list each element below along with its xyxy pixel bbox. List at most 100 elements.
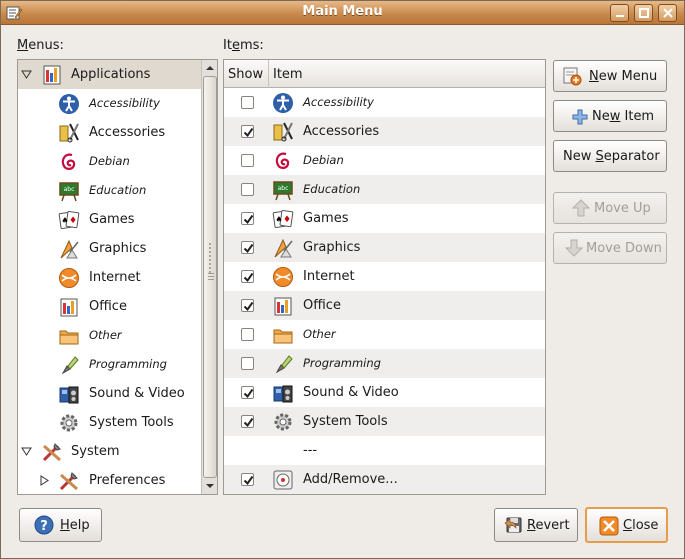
menu-tree-label: System Tools xyxy=(89,415,174,430)
accessories-icon xyxy=(59,123,79,143)
expanded-arrow-icon[interactable] xyxy=(21,69,32,80)
menu-tree-item[interactable]: abc Education xyxy=(18,176,201,205)
applications-icon xyxy=(43,65,61,85)
menu-tree-item[interactable]: Programming xyxy=(18,350,201,379)
table-row[interactable]: Programming xyxy=(224,349,545,378)
debian-icon xyxy=(61,153,76,170)
show-checkbox[interactable] xyxy=(241,328,254,341)
menu-tree-item[interactable]: Other xyxy=(18,321,201,350)
accessibility-icon xyxy=(273,93,293,113)
scroll-up-arrow-icon[interactable] xyxy=(203,61,217,75)
menus-tree[interactable]: Applications Accessibility Accessories Debi… xyxy=(17,59,218,495)
table-row[interactable]: Internet xyxy=(224,262,545,291)
help-icon: ? xyxy=(34,515,54,535)
table-row[interactable]: Sound & Video xyxy=(224,378,545,407)
new-item-button[interactable]: New Item xyxy=(553,100,667,132)
show-checkbox[interactable] xyxy=(241,183,254,196)
show-checkbox[interactable] xyxy=(241,154,254,167)
items-table[interactable]: Show Item Accessibility Accessories Debian… xyxy=(223,59,546,495)
revert-button[interactable]: Revert xyxy=(494,508,578,542)
items-table-header: Show Item xyxy=(224,60,545,88)
education-icon: abc xyxy=(273,181,293,201)
table-row[interactable]: abc Education xyxy=(224,175,545,204)
menu-tree-item[interactable]: Office xyxy=(18,292,201,321)
table-row[interactable]: System Tools xyxy=(224,407,545,436)
move-down-button[interactable]: Move Down xyxy=(553,232,667,264)
show-checkbox[interactable] xyxy=(241,386,254,399)
internet-icon xyxy=(273,267,293,287)
help-button[interactable]: ? Help xyxy=(19,508,102,542)
menu-tree-item[interactable]: Applications xyxy=(18,60,201,89)
item-label: Other xyxy=(303,327,336,341)
new-separator-button[interactable]: New Separator xyxy=(553,140,667,172)
programming-icon xyxy=(275,355,293,374)
close-button[interactable]: Close xyxy=(585,507,668,543)
item-label: Accessories xyxy=(303,124,380,139)
games-icon: ♦♠ xyxy=(272,210,294,228)
accessories-icon xyxy=(273,122,293,142)
check-icon xyxy=(243,214,254,225)
column-header-item[interactable]: Item xyxy=(269,60,545,88)
menu-tree-item[interactable]: Accessories xyxy=(18,118,201,147)
show-checkbox[interactable] xyxy=(241,212,254,225)
show-checkbox[interactable] xyxy=(241,357,254,370)
menu-tree-item[interactable]: Graphics xyxy=(18,234,201,263)
close-window-button[interactable] xyxy=(658,4,677,22)
menu-tree-item[interactable]: System Tools xyxy=(18,408,201,437)
show-checkbox[interactable] xyxy=(241,299,254,312)
menu-tree-item[interactable]: System xyxy=(18,437,201,466)
show-checkbox[interactable] xyxy=(241,415,254,428)
menu-tree-item[interactable]: Internet xyxy=(18,263,201,292)
menus-list: Applications Accessibility Accessories Debi… xyxy=(18,60,201,494)
column-header-show[interactable]: Show xyxy=(224,60,269,88)
svg-text:abc: abc xyxy=(278,185,289,192)
show-checkbox[interactable] xyxy=(241,473,254,486)
office-icon xyxy=(60,298,78,317)
table-row[interactable]: --- xyxy=(224,436,545,465)
item-label: Graphics xyxy=(303,240,361,255)
close-x-icon xyxy=(599,516,619,536)
scroll-down-arrow-icon[interactable] xyxy=(203,479,217,493)
svg-text:abc: abc xyxy=(64,186,75,193)
menu-tree-label: Programming xyxy=(89,357,167,371)
menu-tree-item[interactable]: Preferences xyxy=(18,466,201,494)
minimize-button[interactable] xyxy=(610,4,629,22)
table-row[interactable]: Office xyxy=(224,291,545,320)
item-label: Debian xyxy=(303,153,344,167)
table-row[interactable]: Debian xyxy=(224,146,545,175)
add-remove-icon xyxy=(273,470,293,490)
menu-tree-item[interactable]: Debian xyxy=(18,147,201,176)
maximize-button[interactable] xyxy=(634,4,653,22)
menu-tree-item[interactable]: Accessibility xyxy=(18,89,201,118)
new-menu-button[interactable]: New Menu xyxy=(553,60,667,92)
move-up-button[interactable]: Move Up xyxy=(553,192,667,224)
menu-tree-label: Graphics xyxy=(89,241,147,256)
table-row[interactable]: ♦ ♠ Games xyxy=(224,204,545,233)
show-checkbox[interactable] xyxy=(241,241,254,254)
table-row[interactable]: Other xyxy=(224,320,545,349)
menu-tree-label: Education xyxy=(89,183,147,197)
collapsed-arrow-icon[interactable] xyxy=(39,475,50,486)
new-menu-icon xyxy=(563,67,582,86)
check-icon xyxy=(243,127,254,138)
revert-icon xyxy=(504,517,522,533)
menu-tree-item[interactable]: ♦ ♠ Games xyxy=(18,205,201,234)
table-row[interactable]: Accessories xyxy=(224,117,545,146)
close-icon xyxy=(663,8,673,18)
table-row[interactable]: Graphics xyxy=(224,233,545,262)
folder-icon xyxy=(59,330,79,345)
menu-tree-item[interactable]: Sound & Video xyxy=(18,379,201,408)
table-row[interactable]: Accessibility xyxy=(224,88,545,117)
title-bar[interactable]: Main Menu xyxy=(1,1,684,25)
items-label: Items: xyxy=(223,38,264,53)
pane-resize-handle[interactable] xyxy=(208,241,212,281)
show-checkbox[interactable] xyxy=(241,96,254,109)
show-checkbox[interactable] xyxy=(241,270,254,283)
menu-tree-label: Games xyxy=(89,212,135,227)
education-icon: abc xyxy=(59,182,79,202)
expanded-arrow-icon[interactable] xyxy=(21,446,32,457)
show-checkbox[interactable] xyxy=(241,125,254,138)
check-icon xyxy=(243,388,254,399)
table-row[interactable]: Add/Remove... xyxy=(224,465,545,494)
item-label: System Tools xyxy=(303,414,388,429)
